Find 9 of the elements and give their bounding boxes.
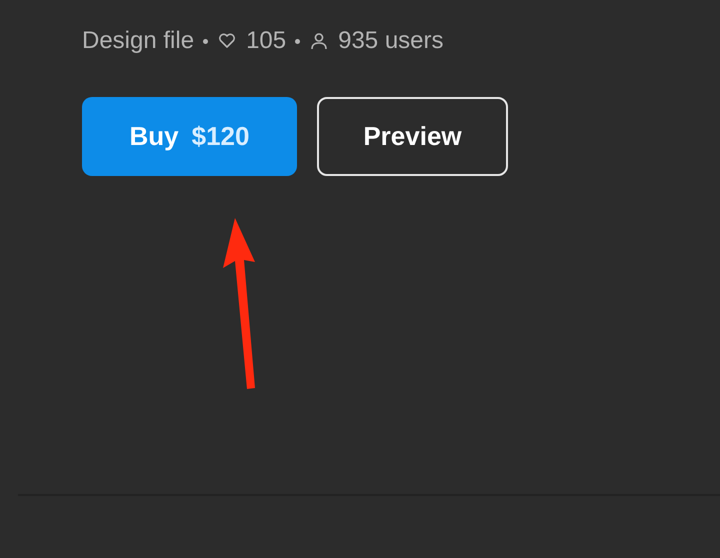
preview-button[interactable]: Preview [317,97,508,176]
heart-icon [217,31,238,51]
separator-dot [203,38,208,44]
file-type: Design file [82,27,194,55]
buy-button[interactable]: Buy $120 [82,97,297,176]
user-count: 935 users [338,27,444,55]
like-count: 105 [246,27,286,55]
person-icon [309,31,330,51]
separator-dot [295,38,300,44]
